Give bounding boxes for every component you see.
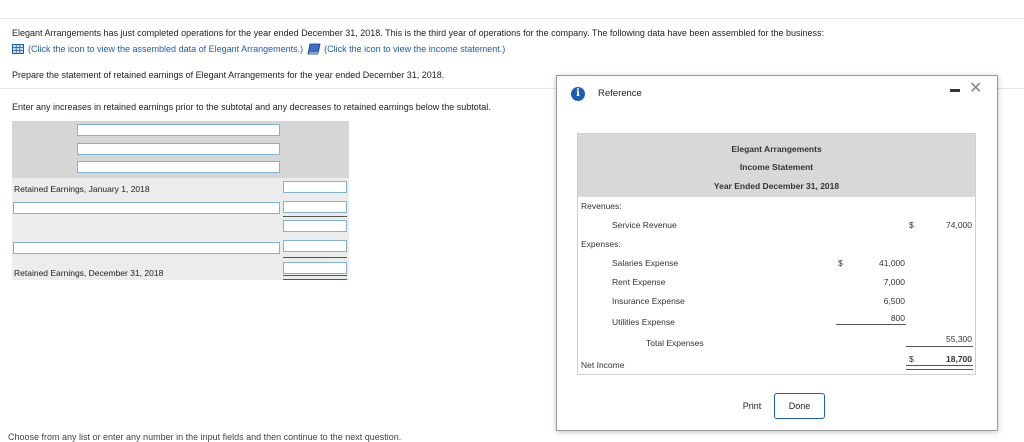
revenues-label: Revenues:: [581, 201, 622, 211]
ending-amount-input[interactable]: [283, 262, 347, 274]
subtotal-rule: [283, 216, 347, 217]
statement-period: Year Ended December 31, 2018: [713, 181, 840, 191]
book-icon[interactable]: [307, 43, 321, 55]
ending-retained-earnings-label: Retained Earnings, December 31, 2018: [14, 268, 164, 278]
print-button[interactable]: Print: [734, 393, 770, 419]
dialog-header: i Reference ✕: [557, 76, 997, 112]
footer-instruction: Choose from any list or enter any number…: [8, 432, 402, 442]
beginning-amount-input[interactable]: [283, 181, 347, 193]
decrease-amount-input[interactable]: [283, 240, 347, 252]
increase-account-select[interactable]: [13, 202, 280, 214]
intro-text: Elegant Arrangements has just completed …: [12, 28, 824, 38]
net-income-dollar: $: [909, 354, 914, 364]
minimize-icon[interactable]: [950, 89, 960, 92]
reference-links: (Click the icon to view the assembled da…: [12, 43, 505, 55]
net-income-double-rule: [906, 365, 973, 370]
utilities-expense-value: 800: [890, 313, 905, 323]
salaries-dollar: $: [838, 258, 843, 268]
close-icon[interactable]: ✕: [969, 81, 982, 97]
net-income-value: 18,700: [946, 354, 972, 364]
subtotal-amount-input[interactable]: [283, 220, 347, 232]
total-expenses-value: 55,300: [946, 334, 972, 344]
decrease-account-select[interactable]: [13, 242, 280, 254]
info-icon: i: [571, 87, 585, 101]
statement-name: Income Statement: [739, 162, 814, 172]
dialog-title: Reference: [598, 88, 642, 99]
insurance-expense-value: 6,500: [883, 296, 905, 306]
total-expenses-underline: [906, 346, 973, 347]
beginning-retained-earnings-label: Retained Earnings, January 1, 2018: [14, 184, 150, 194]
header-input-1[interactable]: [77, 124, 280, 136]
company-name: Elegant Arrangements: [731, 144, 822, 154]
utilities-expense-label: Utilities Expense: [612, 317, 675, 327]
salaries-expense-value: 41,000: [879, 258, 905, 268]
ending-double-rule: [283, 275, 347, 280]
income-statement: Elegant Arrangements Income Statement Ye…: [577, 133, 976, 375]
header-input-3[interactable]: [77, 161, 280, 173]
service-revenue-value: 74,000: [946, 220, 972, 230]
statement-header: Elegant Arrangements Income Statement Ye…: [578, 134, 975, 197]
rent-expense-label: Rent Expense: [612, 277, 666, 287]
insurance-expense-label: Insurance Expense: [612, 296, 685, 306]
prepare-instruction: Prepare the statement of retained earnin…: [12, 70, 445, 80]
service-revenue-label: Service Revenue: [612, 220, 677, 230]
net-income-label: Net Income: [581, 360, 625, 370]
service-revenue-dollar: $: [909, 220, 914, 230]
grid-icon[interactable]: [12, 44, 24, 54]
header-input-2[interactable]: [77, 143, 280, 155]
enter-instruction: Enter any increases in retained earnings…: [12, 102, 491, 112]
expenses-underline: [836, 324, 906, 325]
rent-expense-value: 7,000: [883, 277, 905, 287]
total-expenses-label: Total Expenses: [646, 338, 704, 348]
data-link[interactable]: (Click the icon to view the assembled da…: [28, 44, 303, 54]
salaries-expense-label: Salaries Expense: [612, 258, 679, 268]
total-rule: [283, 257, 347, 258]
increase-amount-input[interactable]: [283, 201, 347, 213]
top-divider: [0, 18, 1024, 19]
done-button[interactable]: Done: [774, 393, 825, 419]
income-statement-link[interactable]: (Click the icon to view the income state…: [324, 44, 505, 54]
expenses-label: Expenses:: [581, 239, 621, 249]
